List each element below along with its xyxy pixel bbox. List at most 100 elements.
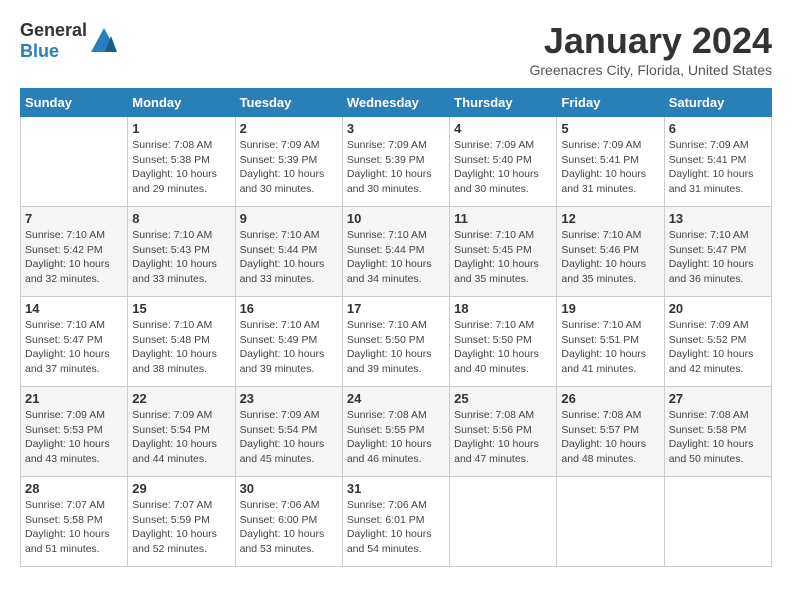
day-info: Sunrise: 7:10 AM Sunset: 5:50 PM Dayligh… [454,318,552,377]
day-info: Sunrise: 7:06 AM Sunset: 6:01 PM Dayligh… [347,498,445,557]
calendar-day-cell: 14 Sunrise: 7:10 AM Sunset: 5:47 PM Dayli… [21,297,128,387]
calendar-day-cell: 26 Sunrise: 7:08 AM Sunset: 5:57 PM Dayli… [557,387,664,477]
day-number: 26 [561,391,659,406]
day-number: 2 [240,121,338,136]
day-number: 18 [454,301,552,316]
calendar-day-cell: 31 Sunrise: 7:06 AM Sunset: 6:01 PM Dayli… [342,477,449,567]
day-number: 3 [347,121,445,136]
day-number: 22 [132,391,230,406]
calendar-day-cell: 1Sunrise: 7:08 AM Sunset: 5:38 PM Daylig… [128,117,235,207]
month-title: January 2024 [529,20,772,62]
page-header: General Blue January 2024 Greenacres Cit… [20,20,772,78]
calendar-week-row: 21 Sunrise: 7:09 AM Sunset: 5:53 PM Dayli… [21,387,772,477]
logo-general: General [20,20,87,40]
day-info: Sunrise: 7:10 AM Sunset: 5:44 PM Dayligh… [347,228,445,287]
day-number: 30 [240,481,338,496]
day-info: Sunrise: 7:10 AM Sunset: 5:50 PM Dayligh… [347,318,445,377]
day-number: 6 [669,121,767,136]
day-number: 19 [561,301,659,316]
calendar-day-cell: 5Sunrise: 7:09 AM Sunset: 5:41 PM Daylig… [557,117,664,207]
day-info: Sunrise: 7:09 AM Sunset: 5:52 PM Dayligh… [669,318,767,377]
calendar-day-cell: 20 Sunrise: 7:09 AM Sunset: 5:52 PM Dayli… [664,297,771,387]
logo: General Blue [20,20,119,62]
calendar-day-cell: 24Sunrise: 7:08 AM Sunset: 5:55 PM Dayli… [342,387,449,477]
day-info: Sunrise: 7:09 AM Sunset: 5:39 PM Dayligh… [347,138,445,197]
day-number: 10 [347,211,445,226]
day-number: 9 [240,211,338,226]
day-number: 12 [561,211,659,226]
calendar-day-cell: 23 Sunrise: 7:09 AM Sunset: 5:54 PM Dayli… [235,387,342,477]
day-of-week-header: Tuesday [235,89,342,117]
calendar-day-cell [21,117,128,207]
day-info: Sunrise: 7:09 AM Sunset: 5:53 PM Dayligh… [25,408,123,467]
day-info: Sunrise: 7:09 AM Sunset: 5:40 PM Dayligh… [454,138,552,197]
calendar-day-cell [450,477,557,567]
calendar-table: SundayMondayTuesdayWednesdayThursdayFrid… [20,88,772,567]
day-of-week-header: Friday [557,89,664,117]
calendar-day-cell: 4 Sunrise: 7:09 AM Sunset: 5:40 PM Daylig… [450,117,557,207]
calendar-day-cell: 25 Sunrise: 7:08 AM Sunset: 5:56 PM Dayli… [450,387,557,477]
day-number: 4 [454,121,552,136]
day-info: Sunrise: 7:10 AM Sunset: 5:49 PM Dayligh… [240,318,338,377]
day-info: Sunrise: 7:07 AM Sunset: 5:58 PM Dayligh… [25,498,123,557]
day-number: 17 [347,301,445,316]
day-number: 8 [132,211,230,226]
day-of-week-header: Saturday [664,89,771,117]
day-info: Sunrise: 7:10 AM Sunset: 5:47 PM Dayligh… [669,228,767,287]
day-number: 27 [669,391,767,406]
day-info: Sunrise: 7:08 AM Sunset: 5:58 PM Dayligh… [669,408,767,467]
day-number: 31 [347,481,445,496]
day-info: Sunrise: 7:08 AM Sunset: 5:56 PM Dayligh… [454,408,552,467]
calendar-day-cell: 17 Sunrise: 7:10 AM Sunset: 5:50 PM Dayli… [342,297,449,387]
day-number: 13 [669,211,767,226]
title-area: January 2024 Greenacres City, Florida, U… [529,20,772,78]
calendar-day-cell: 7Sunrise: 7:10 AM Sunset: 5:42 PM Daylig… [21,207,128,297]
calendar-day-cell [557,477,664,567]
calendar-body: 1Sunrise: 7:08 AM Sunset: 5:38 PM Daylig… [21,117,772,567]
calendar-week-row: 14 Sunrise: 7:10 AM Sunset: 5:47 PM Dayli… [21,297,772,387]
calendar-day-cell: 15 Sunrise: 7:10 AM Sunset: 5:48 PM Dayli… [128,297,235,387]
day-info: Sunrise: 7:09 AM Sunset: 5:39 PM Dayligh… [240,138,338,197]
calendar-day-cell: 8 Sunrise: 7:10 AM Sunset: 5:43 PM Daylig… [128,207,235,297]
calendar-day-cell: 2 Sunrise: 7:09 AM Sunset: 5:39 PM Daylig… [235,117,342,207]
day-of-week-header: Monday [128,89,235,117]
day-number: 29 [132,481,230,496]
day-info: Sunrise: 7:09 AM Sunset: 5:54 PM Dayligh… [240,408,338,467]
day-info: Sunrise: 7:10 AM Sunset: 5:46 PM Dayligh… [561,228,659,287]
day-number: 23 [240,391,338,406]
day-number: 28 [25,481,123,496]
day-of-week-header: Thursday [450,89,557,117]
calendar-day-cell: 29Sunrise: 7:07 AM Sunset: 5:59 PM Dayli… [128,477,235,567]
day-info: Sunrise: 7:10 AM Sunset: 5:47 PM Dayligh… [25,318,123,377]
calendar-day-cell: 12 Sunrise: 7:10 AM Sunset: 5:46 PM Dayli… [557,207,664,297]
calendar-day-cell: 19 Sunrise: 7:10 AM Sunset: 5:51 PM Dayli… [557,297,664,387]
calendar-day-cell: 22Sunrise: 7:09 AM Sunset: 5:54 PM Dayli… [128,387,235,477]
day-info: Sunrise: 7:06 AM Sunset: 6:00 PM Dayligh… [240,498,338,557]
calendar-week-row: 28 Sunrise: 7:07 AM Sunset: 5:58 PM Dayli… [21,477,772,567]
day-number: 14 [25,301,123,316]
calendar-day-cell: 3 Sunrise: 7:09 AM Sunset: 5:39 PM Daylig… [342,117,449,207]
day-info: Sunrise: 7:08 AM Sunset: 5:55 PM Dayligh… [347,408,445,467]
day-of-week-header: Wednesday [342,89,449,117]
calendar-day-cell: 11Sunrise: 7:10 AM Sunset: 5:45 PM Dayli… [450,207,557,297]
calendar-week-row: 7Sunrise: 7:10 AM Sunset: 5:42 PM Daylig… [21,207,772,297]
day-info: Sunrise: 7:10 AM Sunset: 5:48 PM Dayligh… [132,318,230,377]
day-info: Sunrise: 7:10 AM Sunset: 5:43 PM Dayligh… [132,228,230,287]
day-info: Sunrise: 7:08 AM Sunset: 5:57 PM Dayligh… [561,408,659,467]
day-info: Sunrise: 7:10 AM Sunset: 5:44 PM Dayligh… [240,228,338,287]
day-number: 25 [454,391,552,406]
day-info: Sunrise: 7:08 AM Sunset: 5:38 PM Dayligh… [132,138,230,197]
calendar-day-cell: 10 Sunrise: 7:10 AM Sunset: 5:44 PM Dayli… [342,207,449,297]
day-number: 21 [25,391,123,406]
day-info: Sunrise: 7:10 AM Sunset: 5:51 PM Dayligh… [561,318,659,377]
calendar-day-cell: 28 Sunrise: 7:07 AM Sunset: 5:58 PM Dayli… [21,477,128,567]
calendar-day-cell: 6Sunrise: 7:09 AM Sunset: 5:41 PM Daylig… [664,117,771,207]
logo-blue: Blue [20,41,59,61]
calendar-day-cell [664,477,771,567]
day-number: 20 [669,301,767,316]
calendar-day-cell: 30 Sunrise: 7:06 AM Sunset: 6:00 PM Dayli… [235,477,342,567]
day-number: 7 [25,211,123,226]
logo-icon [89,26,119,56]
calendar-day-cell: 13 Sunrise: 7:10 AM Sunset: 5:47 PM Dayli… [664,207,771,297]
day-number: 15 [132,301,230,316]
